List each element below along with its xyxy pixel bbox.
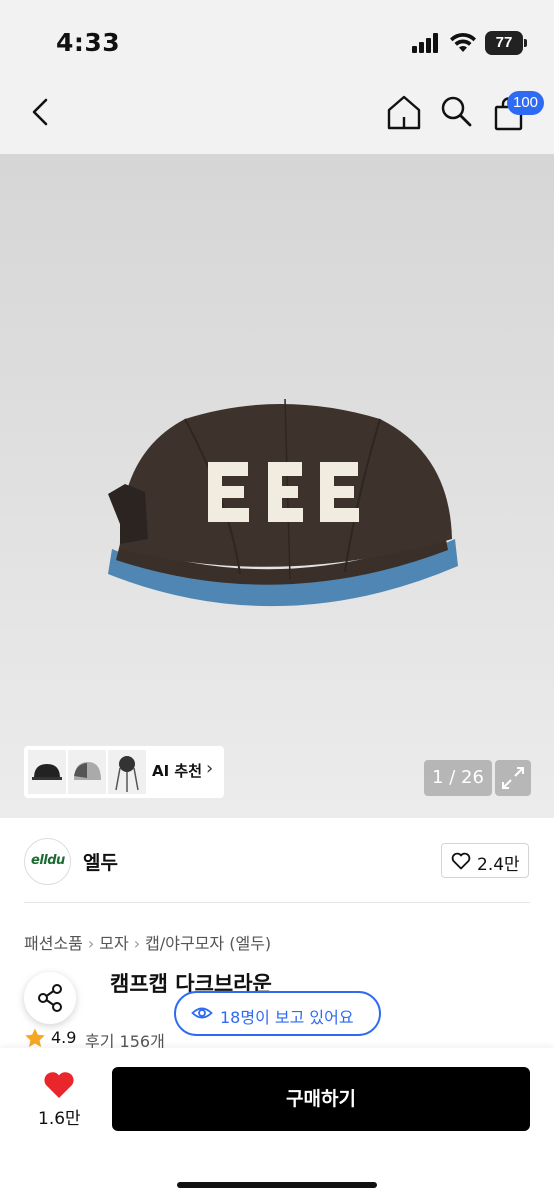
status-bar: 4:33 77	[0, 0, 554, 78]
chevron-right-icon: ›	[87, 934, 95, 953]
brand-logo-text: elldu	[31, 853, 65, 868]
heart-outline-icon	[451, 852, 471, 870]
battery-icon: 77	[485, 31, 527, 55]
share-button[interactable]	[24, 972, 76, 1024]
battery-level: 77	[485, 31, 523, 55]
thumb-cap-1[interactable]	[28, 750, 66, 794]
chevron-right-icon: ›	[206, 758, 214, 779]
share-icon	[38, 984, 62, 1012]
signal-icon	[412, 33, 440, 53]
brand-like-button[interactable]: 2.4만	[441, 843, 529, 878]
breadcrumb-item[interactable]: 캡/야구모자 (엘두)	[145, 934, 271, 953]
rating-value: 4.9	[51, 1028, 77, 1047]
breadcrumb-item[interactable]: 모자	[99, 934, 128, 953]
status-time: 4:33	[56, 28, 121, 57]
home-icon[interactable]	[385, 93, 423, 131]
thumb-cap-2[interactable]	[68, 750, 106, 794]
search-icon[interactable]	[438, 93, 474, 129]
back-button[interactable]	[26, 92, 60, 132]
divider	[24, 902, 530, 903]
ai-recommend-chip[interactable]: AI 추천 ›	[24, 746, 224, 798]
cart-badge: 100	[507, 91, 545, 115]
home-indicator	[177, 1182, 377, 1188]
wish-count: 1.6만	[38, 1109, 81, 1129]
brand-logo[interactable]: elldu	[24, 838, 71, 885]
ai-recommend-label: AI 추천	[152, 762, 203, 780]
breadcrumb: 패션소품 › 모자 › 캡/야구모자 (엘두)	[24, 930, 271, 954]
star-icon	[25, 1028, 45, 1047]
eye-icon	[191, 1007, 213, 1019]
breadcrumb-item[interactable]: 패션소품	[24, 934, 83, 953]
wifi-icon	[450, 32, 476, 52]
buy-button[interactable]: 구매하기	[112, 1067, 530, 1131]
image-page-counter: 1 / 26	[424, 760, 492, 796]
expand-icon[interactable]	[495, 760, 531, 796]
thumb-cap-3[interactable]	[108, 750, 146, 794]
viewers-text: 18명이 보고 있어요	[220, 1008, 354, 1027]
product-photo	[108, 398, 458, 607]
bottom-action-bar: 1.6만 구매하기	[0, 1048, 554, 1200]
brand-name[interactable]: 엘두	[83, 848, 118, 875]
viewers-badge: 18명이 보고 있어요	[174, 991, 381, 1036]
brand-like-count: 2.4만	[477, 855, 520, 875]
top-nav: 100	[0, 78, 554, 154]
chevron-right-icon: ›	[133, 934, 141, 953]
product-image-gallery[interactable]: AI 추천 › 1 / 26	[0, 154, 554, 818]
heart-filled-icon[interactable]	[42, 1070, 76, 1100]
